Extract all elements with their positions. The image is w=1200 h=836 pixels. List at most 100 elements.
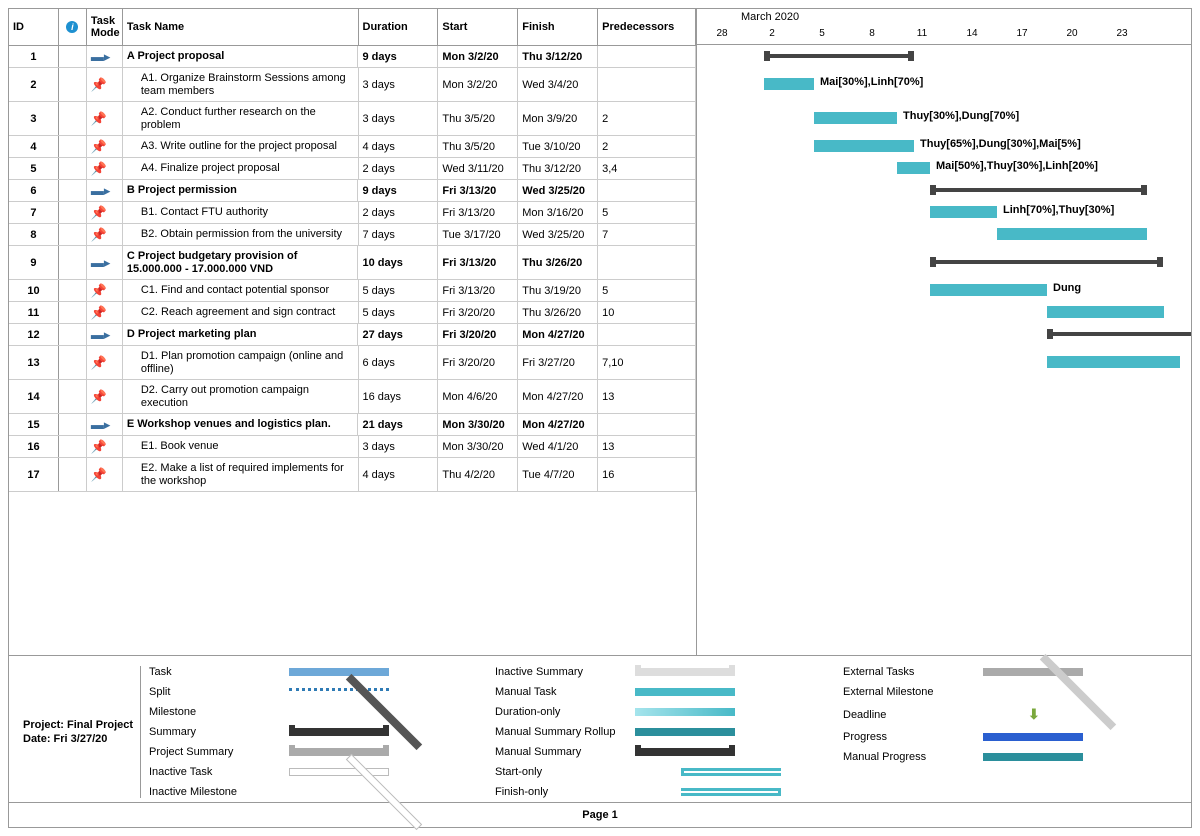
table-row[interactable]: 17📌E2. Make a list of required implement… (9, 458, 696, 492)
task-name[interactable]: D2. Carry out promotion campaign executi… (123, 380, 359, 413)
task-pred[interactable]: 3,4 (598, 158, 696, 179)
table-row[interactable]: 13📌D1. Plan promotion campaign (online a… (9, 346, 696, 380)
task-finish[interactable]: Thu 3/12/20 (518, 158, 598, 179)
task-name[interactable]: A Project proposal (123, 46, 359, 67)
gantt-row[interactable]: Mai[30%],Linh[70%] (697, 67, 1191, 101)
task-start[interactable]: Mon 3/2/20 (438, 68, 518, 101)
task-name[interactable]: C1. Find and contact potential sponsor (123, 280, 359, 301)
task-finish[interactable]: Fri 3/27/20 (518, 346, 598, 379)
table-row[interactable]: 12▬▸D Project marketing plan27 daysFri 3… (9, 324, 696, 346)
task-bar[interactable] (997, 228, 1147, 240)
gantt-row[interactable] (697, 223, 1191, 245)
task-duration[interactable]: 7 days (359, 224, 439, 245)
task-start[interactable]: Fri 3/20/20 (438, 302, 518, 323)
table-row[interactable]: 1▬▸A Project proposal9 daysMon 3/2/20Thu… (9, 46, 696, 68)
task-start[interactable]: Fri 3/13/20 (438, 202, 518, 223)
task-name[interactable]: B Project permission (123, 180, 359, 201)
task-pred[interactable] (598, 180, 696, 201)
task-bar[interactable]: Thuy[65%],Dung[30%],Mai[5%] (814, 140, 914, 152)
task-name[interactable]: D1. Plan promotion campaign (online and … (123, 346, 359, 379)
task-duration[interactable]: 4 days (359, 458, 439, 491)
task-finish[interactable]: Mon 4/27/20 (518, 414, 598, 435)
task-pred[interactable] (598, 68, 696, 101)
task-name[interactable]: A1. Organize Brainstorm Sessions among t… (123, 68, 359, 101)
gantt-row[interactable]: Thuy[30%],Dung[70%] (697, 101, 1191, 135)
task-duration[interactable]: 5 days (359, 302, 439, 323)
table-row[interactable]: 4📌A3. Write outline for the project prop… (9, 136, 696, 158)
task-start[interactable]: Fri 3/13/20 (438, 246, 518, 279)
task-pred[interactable]: 2 (598, 136, 696, 157)
task-start[interactable]: Mon 3/30/20 (438, 436, 518, 457)
task-name[interactable]: E1. Book venue (123, 436, 359, 457)
task-pred[interactable]: 5 (598, 280, 696, 301)
gantt-chart[interactable]: March 2020 282581114172023 Mai[30%],Linh… (697, 9, 1191, 655)
table-row[interactable]: 8📌B2. Obtain permission from the univers… (9, 224, 696, 246)
task-duration[interactable]: 3 days (359, 436, 439, 457)
gantt-row[interactable] (697, 179, 1191, 201)
task-name[interactable]: C2. Reach agreement and sign contract (123, 302, 359, 323)
gantt-row[interactable]: Dung (697, 279, 1191, 301)
gantt-row[interactable] (697, 379, 1191, 413)
table-row[interactable]: 5📌A4. Finalize project proposal2 daysWed… (9, 158, 696, 180)
gantt-row[interactable] (697, 245, 1191, 279)
col-id-header[interactable]: ID (9, 9, 59, 45)
table-row[interactable]: 14📌D2. Carry out promotion campaign exec… (9, 380, 696, 414)
col-finish-header[interactable]: Finish (518, 9, 598, 45)
task-bar[interactable]: Mai[30%],Linh[70%] (764, 78, 814, 90)
summary-bar[interactable] (1047, 332, 1191, 336)
task-duration[interactable]: 9 days (358, 46, 438, 67)
task-duration[interactable]: 5 days (359, 280, 439, 301)
gantt-row[interactable] (697, 413, 1191, 435)
summary-bar[interactable] (764, 54, 914, 58)
task-finish[interactable]: Wed 4/1/20 (518, 436, 598, 457)
task-start[interactable]: Fri 3/20/20 (438, 324, 518, 345)
task-pred[interactable]: 10 (598, 302, 696, 323)
col-mode-header[interactable]: Task Mode (87, 9, 123, 45)
gantt-row[interactable] (697, 435, 1191, 457)
gantt-row[interactable] (697, 301, 1191, 323)
task-start[interactable]: Mon 4/6/20 (438, 380, 518, 413)
task-pred[interactable]: 7,10 (598, 346, 696, 379)
task-start[interactable]: Thu 3/5/20 (438, 102, 518, 135)
task-bar[interactable] (1047, 356, 1180, 368)
table-row[interactable]: 7📌B1. Contact FTU authority2 daysFri 3/1… (9, 202, 696, 224)
task-pred[interactable] (598, 414, 696, 435)
task-bar[interactable]: Mai[50%],Thuy[30%],Linh[20%] (897, 162, 930, 174)
gantt-row[interactable] (697, 323, 1191, 345)
task-pred[interactable]: 13 (598, 436, 696, 457)
task-pred[interactable]: 13 (598, 380, 696, 413)
gantt-row[interactable] (697, 457, 1191, 491)
task-name[interactable]: D Project marketing plan (123, 324, 359, 345)
task-finish[interactable]: Wed 3/25/20 (518, 224, 598, 245)
task-pred[interactable]: 2 (598, 102, 696, 135)
col-start-header[interactable]: Start (438, 9, 518, 45)
task-bar[interactable]: Linh[70%],Thuy[30%] (930, 206, 997, 218)
table-row[interactable]: 2📌A1. Organize Brainstorm Sessions among… (9, 68, 696, 102)
gantt-row[interactable] (697, 45, 1191, 67)
task-duration[interactable]: 2 days (359, 158, 439, 179)
task-duration[interactable]: 9 days (358, 180, 438, 201)
task-pred[interactable] (598, 324, 696, 345)
task-finish[interactable]: Mon 3/9/20 (518, 102, 598, 135)
task-name[interactable]: E Workshop venues and logistics plan. (123, 414, 359, 435)
col-name-header[interactable]: Task Name (123, 9, 359, 45)
task-start[interactable]: Tue 3/17/20 (438, 224, 518, 245)
task-finish[interactable]: Tue 4/7/20 (518, 458, 598, 491)
table-row[interactable]: 6▬▸B Project permission9 daysFri 3/13/20… (9, 180, 696, 202)
task-name[interactable]: A4. Finalize project proposal (123, 158, 359, 179)
col-info-header[interactable]: i (59, 9, 87, 45)
task-start[interactable]: Fri 3/13/20 (438, 180, 518, 201)
task-duration[interactable]: 10 days (358, 246, 438, 279)
task-start[interactable]: Thu 4/2/20 (438, 458, 518, 491)
col-pred-header[interactable]: Predecessors (598, 9, 696, 45)
task-name[interactable]: E2. Make a list of required implements f… (123, 458, 359, 491)
task-start[interactable]: Mon 3/2/20 (438, 46, 518, 67)
task-bar[interactable]: Thuy[30%],Dung[70%] (814, 112, 897, 124)
task-duration[interactable]: 4 days (359, 136, 439, 157)
task-bar[interactable]: Dung (930, 284, 1047, 296)
table-row[interactable]: 9▬▸C Project budgetary provision of 15.0… (9, 246, 696, 280)
table-row[interactable]: 11📌C2. Reach agreement and sign contract… (9, 302, 696, 324)
summary-bar[interactable] (930, 260, 1163, 264)
task-name[interactable]: B2. Obtain permission from the universit… (123, 224, 359, 245)
task-duration[interactable]: 21 days (358, 414, 438, 435)
